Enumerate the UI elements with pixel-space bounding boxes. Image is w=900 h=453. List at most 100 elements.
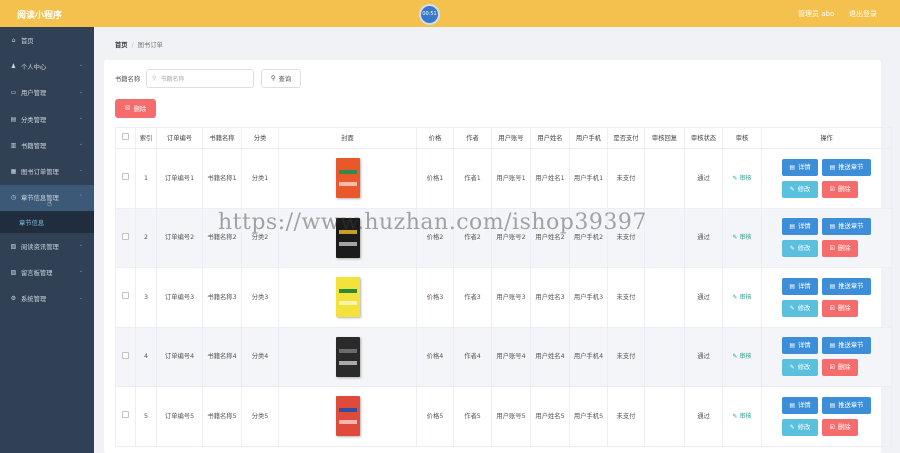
top-bar: 阅读小程序 00:51 管理员 abo 退出登录 [0,0,900,27]
sidebar-item-books[interactable]: ▥ 书籍管理 ⌄ [0,132,94,158]
cell-cover [278,386,417,447]
review-link[interactable]: ✎ 审核 [733,413,752,420]
edit-button-label: 修改 [797,304,811,312]
cell-cover [278,148,417,209]
delete-button[interactable]: ☒ 删除 [822,359,858,377]
sidebar-item-home[interactable]: ⌂ 首页 [0,27,94,53]
edit-button-label: 修改 [797,185,811,193]
logout-link[interactable]: 退出登录 [849,9,877,19]
cell-book: 书籍名称1 [202,148,242,209]
edit-button[interactable]: ✎ 修改 [782,180,818,198]
push-chapter-button[interactable]: ▤ 推送章节 [822,218,871,236]
order-icon: ▦ [10,168,17,176]
row-checkbox[interactable] [122,351,129,359]
delete-button[interactable]: ☒ 删除 [822,418,858,436]
book-cover-image [326,274,370,320]
row-checkbox-cell[interactable] [115,267,136,328]
users-icon: ▭ [10,89,17,97]
cell-status: 通过 [684,326,723,387]
sidebar-item-category[interactable]: ▤ 分类管理 ⌄ [0,106,94,132]
detail-button[interactable]: ▤ 详情 [782,277,818,295]
row-checkbox[interactable] [122,292,129,300]
cell-index: 2 [135,207,157,268]
review-link[interactable]: ✎ 审核 [733,294,752,301]
query-button[interactable]: ⚲ 查询 [261,69,301,88]
breadcrumb: 首页 / 图书订单 [115,40,163,49]
detail-button[interactable]: ▤ 详情 [782,337,818,355]
push-chapter-button[interactable]: ▤ 推送章节 [822,158,871,176]
edit-button[interactable]: ✎ 修改 [782,418,818,436]
cell-category: 分类3 [241,267,279,328]
column-header: 封面 [278,127,417,149]
cell-order: 订单编号1 [156,148,203,209]
current-user: 管理员 abo [798,10,835,18]
push-chapter-button[interactable]: ▤ 推送章节 [822,337,871,355]
push-chapter-button[interactable]: ▤ 推送章节 [822,277,871,295]
table-row: 3 订单编号3 书籍名称3 分类3 价格3 作者3 用户账号3 用户姓名3 用户手机3 未支付 通过… [115,267,892,328]
sidebar-item-users[interactable]: ▭ 用户管理 ⌄ [0,80,94,106]
document-icon: ▤ [829,163,836,171]
cell-order: 订单编号5 [156,386,203,447]
search-input[interactable]: ⚲ 书籍名称 [146,69,254,88]
sidebar-item-orders[interactable]: ▦ 图书订单管理 ⌄ [0,158,94,184]
sidebar-item-news[interactable]: ▧ 阅读资讯管理 ⌄ [0,233,94,259]
detail-icon: ▤ [789,342,796,350]
sidebar-item-label: 用户管理 [21,90,47,98]
row-checkbox[interactable] [122,173,129,181]
review-link[interactable]: ✎ 审核 [733,234,752,241]
cell-account: 用户账号2 [491,207,531,268]
detail-button[interactable]: ▤ 详情 [782,396,818,414]
batch-delete-button[interactable]: ☒ 删除 [115,99,156,118]
sidebar-item-system[interactable]: ⚙ 系统管理 ⌄ [0,286,94,312]
column-header: 价格 [416,127,454,149]
column-header: 索引 [135,127,157,149]
home-icon: ⌂ [11,36,16,44]
cell-paid: 未支付 [607,326,645,387]
breadcrumb-separator: / [131,42,134,49]
row-checkbox[interactable] [122,411,129,419]
sidebar-item-label: 书籍管理 [21,142,47,150]
cell-actions: ▤ 详情 ▤ 推送章节 ✎ 修改 ☒ 删除 [761,148,892,209]
cell-index: 5 [135,386,157,447]
document-icon: ▤ [829,223,836,231]
review-link[interactable]: ✎ 审核 [733,353,752,360]
sidebar-subitem-chapter-info[interactable]: 章节信息 [0,211,94,234]
select-all-checkbox[interactable] [122,133,129,140]
sidebar-item-chapters[interactable]: ◷ 章节信息管理 ⌃ ☝ [0,184,94,212]
breadcrumb-home[interactable]: 首页 [115,42,128,49]
orders-table: 索引 订单编号 书籍名称 分类 封面 价格 作者 用户账号 用户姓名 用户手机 … [115,127,892,447]
chapter-icon: ◷ [10,194,17,202]
cell-account: 用户账号5 [491,386,531,447]
edit-button[interactable]: ✎ 修改 [782,299,818,317]
delete-button[interactable]: ☒ 删除 [822,299,858,317]
detail-button[interactable]: ▤ 详情 [782,218,818,236]
table-row: 4 订单编号4 书籍名称4 分类4 价格4 作者4 用户账号4 用户姓名4 用户手机4 未支付 通过… [115,326,892,387]
sidebar-item-label: 个人中心 [21,63,47,71]
review-link-label: 审核 [739,174,752,182]
row-checkbox[interactable] [122,232,129,240]
chevron-down-icon: ⌄ [78,114,83,121]
row-checkbox-cell[interactable] [115,386,136,447]
row-checkbox-cell[interactable] [115,326,136,387]
breadcrumb-current: 图书订单 [137,42,163,49]
row-checkbox-cell[interactable] [115,207,136,268]
column-header: 书籍名称 [202,127,242,149]
sidebar-item-messages[interactable]: ▨ 留言板管理 ⌄ [0,259,94,285]
cell-category: 分类1 [241,148,279,209]
push-chapter-button[interactable]: ▤ 推送章节 [822,396,871,414]
review-link[interactable]: ✎ 审核 [733,175,752,182]
row-checkbox-cell[interactable] [115,148,136,209]
cell-author: 作者1 [453,148,492,209]
edit-button[interactable]: ✎ 修改 [782,240,818,258]
cell-paid: 未支付 [607,267,645,328]
cell-name: 用户姓名1 [530,148,570,209]
cell-price: 价格5 [416,386,454,447]
sidebar-item-profile[interactable]: ♟ 个人中心 ⌄ [0,53,94,79]
detail-button[interactable]: ▤ 详情 [782,158,818,176]
trash-icon: ☒ [829,185,835,193]
edit-button[interactable]: ✎ 修改 [782,359,818,377]
cell-author: 作者5 [453,386,492,447]
delete-button[interactable]: ☒ 删除 [822,240,858,258]
header-checkbox-cell[interactable] [115,127,136,149]
delete-button[interactable]: ☒ 删除 [822,180,858,198]
